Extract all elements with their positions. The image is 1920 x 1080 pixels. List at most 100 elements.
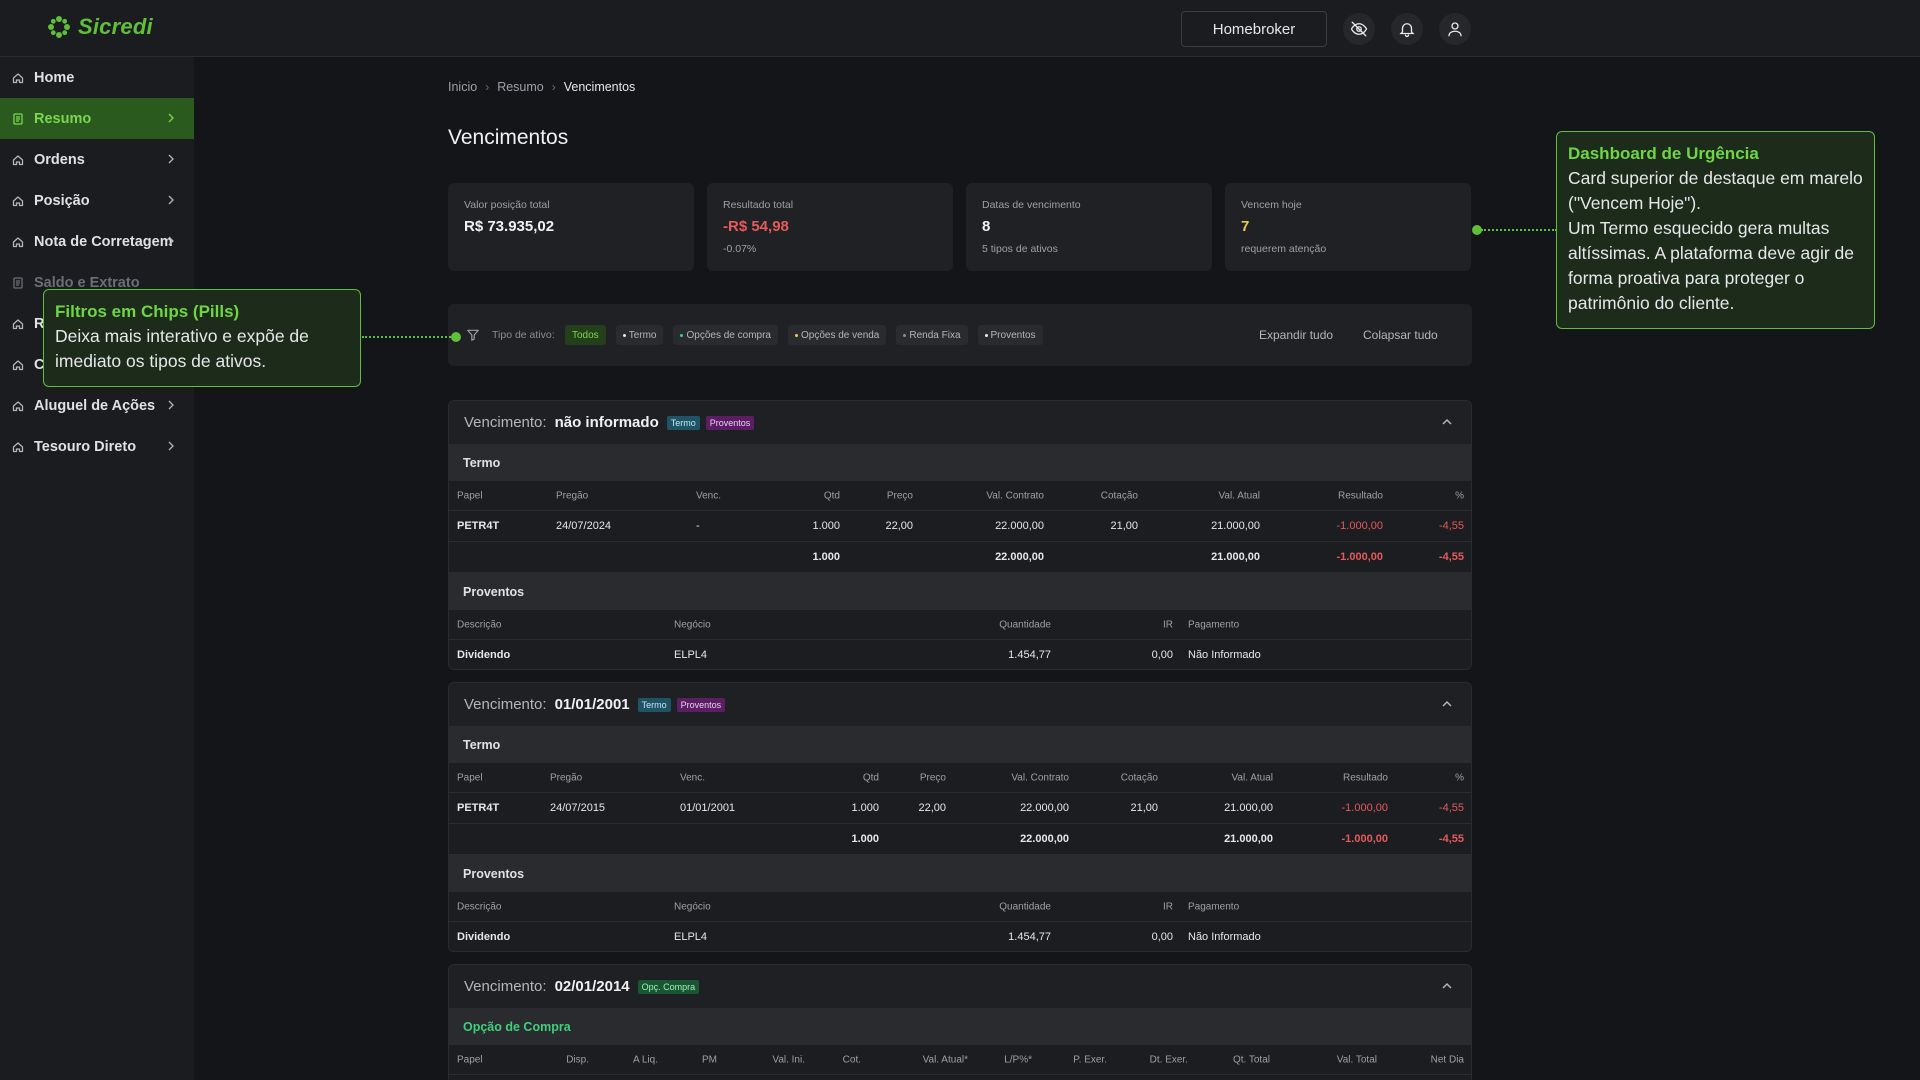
column-header: Net Dia bbox=[1430, 1054, 1464, 1065]
chip-dot bbox=[794, 333, 798, 337]
filter-chips: Todos Termo Opções de compra Opções de vend… bbox=[565, 325, 1043, 345]
column-header: P. Exer. bbox=[1073, 1054, 1107, 1065]
table-total-row: 1.000 22.000,00 21.000,00 -1.000,00 -4,55 bbox=[449, 824, 1471, 855]
column-header: Pagamento bbox=[1188, 901, 1240, 912]
table-header-row: Papel Pregão Venc. Qtd Preço Val. Contrato Cot… bbox=[449, 763, 1471, 793]
eye-off-icon bbox=[1350, 21, 1368, 37]
sidebar-item-label: Ordens bbox=[34, 151, 85, 168]
breadcrumb-vencimentos: Vencimentos bbox=[563, 80, 636, 94]
filter-chip-termo[interactable]: Termo bbox=[615, 325, 664, 345]
document-icon bbox=[13, 276, 23, 289]
table-row[interactable]: PETR4T 24/07/2015 01/01/2001 1.000 22,00 22.0… bbox=[449, 793, 1471, 824]
table-header-row: Papel Pregão Venc. Qtd Preço Val. Contrato Cot… bbox=[449, 481, 1471, 511]
column-header: Negócio bbox=[674, 619, 711, 630]
total-cell: 21.000,00 bbox=[1224, 833, 1273, 845]
sidebar-item-ordens[interactable]: Ordens bbox=[0, 139, 194, 180]
sidebar-item-nota-de-corretagem[interactable]: Nota de Corretagem bbox=[0, 221, 194, 262]
chevron-right-icon bbox=[168, 195, 174, 205]
table-cell: 1.000 bbox=[851, 802, 879, 814]
callout-urgency: Dashboard de Urgência Card superior de d… bbox=[1556, 131, 1875, 329]
vencimento-group: Vencimento: não informado Termo Proventos T… bbox=[448, 400, 1472, 670]
sidebar-item-home[interactable]: Home bbox=[0, 57, 194, 98]
vencimento-date: 01/01/2001 bbox=[554, 696, 630, 713]
hide-values-button[interactable] bbox=[1343, 13, 1375, 45]
column-header: Val. Atual bbox=[1218, 490, 1260, 501]
total-cell: 21.000,00 bbox=[1211, 551, 1260, 563]
table-total-row: 1.000 22.000,00 21.000,00 -1.000,00 -4,55 bbox=[449, 542, 1471, 573]
column-header: Resultado bbox=[1337, 490, 1383, 501]
table-cell: PETR4T bbox=[457, 520, 500, 532]
column-header: Qtd bbox=[823, 490, 840, 501]
stat-label: Vencem hoje bbox=[1241, 199, 1302, 211]
vencimento-header[interactable]: Vencimento: 01/01/2001 Termo Proventos bbox=[449, 683, 1471, 726]
breadcrumb: Inicio › Resumo › Vencimentos bbox=[448, 80, 635, 94]
column-header: Pregão bbox=[550, 772, 583, 783]
vencimento-group: Vencimento: 02/01/2014 Opç. Compra Opção d… bbox=[448, 964, 1472, 1080]
home-icon bbox=[12, 400, 24, 411]
chevron-up-icon[interactable] bbox=[1441, 416, 1453, 428]
table-cell: PETR4T bbox=[457, 802, 500, 814]
stat-card-vencem-hoje[interactable]: Vencem hoje 7 requerem atenção bbox=[1225, 183, 1471, 271]
table-header-row: Descrição Negócio Quantidade IR Pagamento bbox=[449, 892, 1471, 922]
callout-title: Filtros em Chips (Pills) bbox=[55, 302, 240, 321]
page-title: Vencimentos bbox=[448, 126, 569, 149]
breadcrumb-inicio[interactable]: Inicio bbox=[448, 80, 477, 94]
vencimento-header[interactable]: Vencimento: 02/01/2014 Opç. Compra bbox=[449, 965, 1471, 1008]
table-row[interactable]: Dividendo ELPL4 1.454,77 0,00 Não Informado bbox=[449, 640, 1471, 669]
callout-title: Dashboard de Urgência bbox=[1568, 144, 1759, 163]
filter-bar: Tipo de ativo: Todos Termo Opções de compr… bbox=[448, 304, 1472, 366]
total-cell: 22.000,00 bbox=[1020, 833, 1069, 845]
vencimento-header[interactable]: Vencimento: não informado Termo Proventos bbox=[449, 401, 1471, 444]
table-cell: ELPL4 bbox=[674, 649, 708, 661]
home-icon bbox=[12, 236, 24, 247]
chip-dot bbox=[903, 333, 907, 337]
sidebar-item-label: Aluguel de Ações bbox=[34, 397, 156, 414]
asset-type-tag: Proventos bbox=[705, 415, 755, 430]
chevron-up-icon[interactable] bbox=[1441, 980, 1453, 992]
homebroker-button[interactable]: Homebroker bbox=[1181, 11, 1327, 47]
notifications-button[interactable] bbox=[1391, 13, 1423, 45]
filter-chip-op-es-de-venda[interactable]: Opções de venda bbox=[787, 325, 887, 345]
vencimento-group: Vencimento: 01/01/2001 Termo Proventos Term… bbox=[448, 682, 1472, 952]
sidebar-item-tesouro-direto[interactable]: Tesouro Direto bbox=[0, 426, 194, 467]
chevron-right-icon bbox=[168, 236, 174, 246]
table-cell: 22.000,00 bbox=[1020, 802, 1069, 814]
column-header: Papel bbox=[457, 772, 483, 783]
sidebar-item-posi-o[interactable]: Posição bbox=[0, 180, 194, 221]
top-bar: Sicredi Homebroker bbox=[0, 0, 1920, 57]
collapse-all-button[interactable]: Colapsar tudo bbox=[1363, 328, 1438, 342]
sidebar-item-aluguel-de-a-es[interactable]: Aluguel de Ações bbox=[0, 385, 194, 426]
column-header: Descrição bbox=[457, 901, 502, 912]
sicredi-logo[interactable]: Sicredi bbox=[46, 14, 153, 40]
sidebar-item-resumo[interactable]: Resumo bbox=[0, 98, 194, 139]
callout-body: Um Termo esquecido gera multas altíssima… bbox=[1568, 218, 1854, 313]
table-row[interactable]: Dividendo ELPL4 1.454,77 0,00 Não Informado bbox=[449, 922, 1471, 951]
filter-chip-renda-fixa[interactable]: Renda Fixa bbox=[896, 325, 968, 345]
filter-chip-op-es-de-compra[interactable]: Opções de compra bbox=[673, 325, 778, 345]
column-header: Qtd bbox=[862, 772, 879, 783]
total-cell: 22.000,00 bbox=[995, 551, 1044, 563]
column-header: Papel bbox=[457, 1054, 483, 1065]
user-icon bbox=[1448, 22, 1462, 37]
chevron-up-icon[interactable] bbox=[1441, 698, 1453, 710]
table-cell: Não Informado bbox=[1188, 931, 1261, 943]
breadcrumb-resumo[interactable]: Resumo bbox=[497, 80, 544, 94]
column-header: Resultado bbox=[1342, 772, 1388, 783]
callout-body: Deixa mais interativo e expõe de imediat… bbox=[55, 326, 309, 371]
callout-body: Card superior de destaque em marelo ("Ve… bbox=[1568, 168, 1863, 213]
table-cell: 21,00 bbox=[1110, 520, 1138, 532]
chip-label: Opções de compra bbox=[686, 329, 771, 341]
column-header: Qt. Total bbox=[1232, 1054, 1270, 1065]
column-header: Val. Contrato bbox=[986, 490, 1044, 501]
chip-dot bbox=[680, 333, 684, 337]
table-row[interactable]: PETR4T 24/07/2024 - 1.000 22,00 22.000,00 21,0… bbox=[449, 511, 1471, 542]
home-icon bbox=[12, 154, 24, 165]
column-header: Val. Total bbox=[1336, 1054, 1377, 1065]
vencimento-label: Vencimento: bbox=[464, 414, 547, 431]
filter-chip-proventos[interactable]: Proventos bbox=[977, 325, 1043, 345]
home-icon bbox=[12, 318, 24, 329]
section-proventos-title: Proventos bbox=[449, 855, 1471, 892]
expand-all-button[interactable]: Expandir tudo bbox=[1259, 328, 1333, 342]
filter-chip-todos[interactable]: Todos bbox=[565, 325, 606, 345]
profile-button[interactable] bbox=[1439, 13, 1471, 45]
